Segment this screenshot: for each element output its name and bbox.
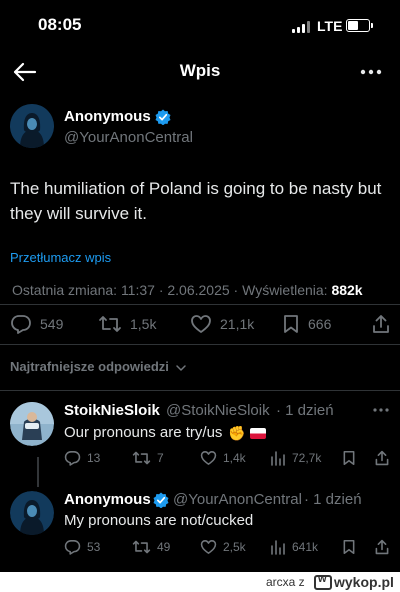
- like-count: 21,1k: [220, 316, 255, 332]
- chevron-down-icon: [175, 364, 186, 371]
- divider: [0, 344, 400, 345]
- reply-text-content: Our pronouns are try/us: [64, 424, 223, 441]
- heart-icon: [200, 451, 217, 465]
- reply-count: 13: [87, 451, 101, 465]
- watermark-credit: arcxa z: [266, 575, 305, 589]
- reply-count: 549: [40, 316, 64, 332]
- share-button[interactable]: [374, 539, 390, 555]
- comment-icon: [64, 540, 81, 555]
- repost-button[interactable]: 49: [132, 539, 170, 555]
- share-button[interactable]: [371, 314, 391, 334]
- views-chart-icon: [271, 451, 285, 466]
- signal-icon: [292, 21, 312, 33]
- wykop-logo-icon: [314, 573, 332, 590]
- status-time: 08:05: [38, 15, 82, 34]
- reply-count: 53: [87, 540, 101, 554]
- more-horizontal-icon: [360, 69, 382, 75]
- repost-icon: [132, 540, 151, 554]
- repost-count: 7: [157, 451, 164, 465]
- like-button[interactable]: 1,4k: [200, 450, 246, 466]
- like-button[interactable]: 21,1k: [190, 314, 254, 334]
- thread-line: [37, 457, 39, 487]
- verified-badge-icon: [155, 109, 171, 125]
- reply-button[interactable]: 13: [64, 450, 100, 466]
- wykop-logo: wykop.pl: [314, 573, 394, 591]
- bookmark-button[interactable]: 666: [282, 314, 331, 334]
- more-horizontal-icon: [373, 408, 389, 412]
- repost-icon: [99, 316, 121, 332]
- bookmark-icon: [343, 539, 355, 554]
- post-meta: Ostatnia zmiana: 11:37 · 2.06.2025 · Wyś…: [12, 282, 363, 298]
- view-count: 72,7k: [292, 451, 322, 465]
- share-button[interactable]: [374, 450, 390, 466]
- repost-count: 1,5k: [130, 316, 157, 332]
- bookmark-button[interactable]: [342, 539, 356, 555]
- repost-icon: [132, 451, 151, 465]
- post-text: The humiliation of Poland is going to be…: [10, 179, 382, 223]
- repost-button[interactable]: 1,5k: [98, 314, 156, 334]
- repost-button[interactable]: 7: [132, 450, 164, 466]
- reply-author-handle[interactable]: @StoikNieSloik: [166, 402, 270, 419]
- screen: 08:05 LTE Wpis Anonymous @YourAnonCentra…: [0, 0, 400, 572]
- reply-time: · 1 dzień: [304, 491, 362, 508]
- view-count: 882k: [331, 282, 363, 298]
- bookmark-button[interactable]: [342, 450, 356, 466]
- views-chart-icon: [271, 540, 285, 555]
- fist-emoji: ✊: [228, 424, 246, 441]
- more-button[interactable]: [356, 58, 386, 86]
- views-button[interactable]: 72,7k: [270, 450, 321, 466]
- post-timestamp: Ostatnia zmiana: 11:37 · 2.06.2025 · Wyś…: [12, 282, 332, 298]
- bookmark-count: 666: [308, 316, 332, 332]
- battery-icon: [346, 19, 373, 32]
- comment-icon: [11, 315, 31, 334]
- like-button[interactable]: 2,5k: [200, 539, 246, 555]
- bookmark-icon: [284, 315, 298, 333]
- divider: [0, 390, 400, 391]
- sort-label: Najtrafniejsze odpowiedzi: [10, 359, 169, 374]
- like-count: 1,4k: [223, 451, 246, 465]
- share-icon: [373, 315, 389, 333]
- share-icon: [375, 450, 389, 466]
- status-bar: 08:05 LTE: [0, 0, 400, 50]
- heart-icon: [191, 315, 211, 333]
- reply-author-name[interactable]: StoikNieSloik: [64, 402, 160, 419]
- reply-time: · 1 dzień: [276, 402, 334, 419]
- reply-text: Our pronouns are try/us ✊: [64, 424, 266, 442]
- avatar[interactable]: [10, 104, 54, 148]
- author-name[interactable]: Anonymous: [64, 108, 151, 125]
- reply-button[interactable]: 53: [64, 539, 100, 555]
- comment-icon: [64, 451, 81, 466]
- reply-author-name[interactable]: Anonymous: [64, 491, 151, 508]
- poland-flag-emoji: [249, 427, 266, 439]
- sort-dropdown[interactable]: Najtrafniejsze odpowiedzi: [10, 359, 187, 374]
- network-label: LTE: [317, 18, 343, 34]
- heart-icon: [200, 540, 217, 554]
- views-button[interactable]: 641k: [270, 539, 318, 555]
- reply-text: My pronouns are not/cucked: [64, 512, 254, 529]
- translate-link[interactable]: Przetłumacz wpis: [10, 250, 111, 265]
- like-count: 2,5k: [223, 540, 246, 554]
- bookmark-icon: [343, 451, 355, 465]
- verified-badge-icon: [153, 492, 169, 508]
- view-count: 641k: [292, 540, 319, 554]
- reply-author-handle[interactable]: @YourAnonCentral: [173, 491, 302, 508]
- share-icon: [375, 539, 389, 555]
- reply-more-button[interactable]: [370, 402, 392, 418]
- reply-button[interactable]: 549: [10, 314, 63, 334]
- repost-count: 49: [157, 540, 171, 554]
- author-handle[interactable]: @YourAnonCentral: [64, 129, 193, 146]
- wykop-site: wykop.pl: [334, 574, 394, 590]
- avatar[interactable]: [10, 491, 54, 535]
- watermark-footer: arcxa z wykop.pl: [0, 572, 400, 592]
- avatar[interactable]: [10, 402, 54, 446]
- page-title: Wpis: [179, 61, 221, 80]
- divider: [0, 304, 400, 305]
- nav-bar: Wpis: [0, 50, 400, 94]
